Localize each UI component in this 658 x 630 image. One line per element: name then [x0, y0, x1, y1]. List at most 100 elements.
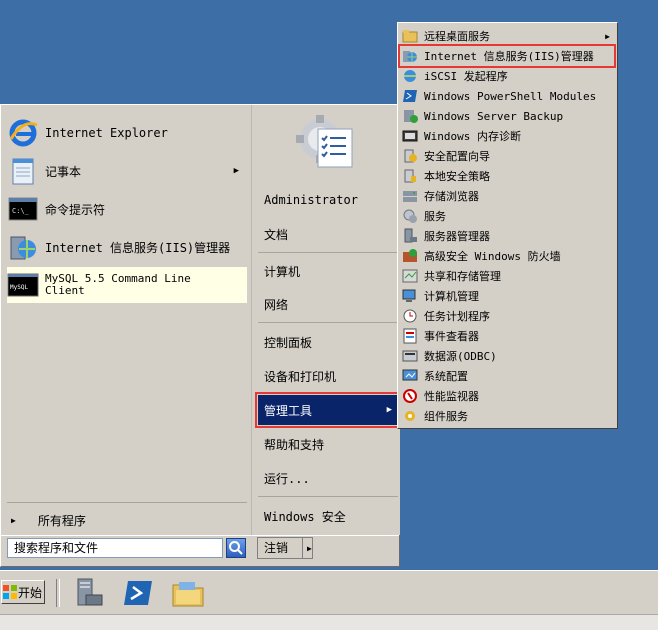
- admin-tool-label: 安全配置向导: [424, 150, 490, 163]
- logoff-label: 注销: [258, 538, 303, 558]
- computer-management-icon: [402, 288, 418, 304]
- admin-tool-item[interactable]: 服务器管理器: [400, 226, 614, 246]
- admin-tool-item[interactable]: 组件服务: [400, 406, 614, 426]
- search-row: 搜索程序和文件: [3, 537, 249, 563]
- windows-security-link[interactable]: Windows 安全: [258, 501, 398, 531]
- submenu-arrow-icon: ▶: [233, 166, 239, 176]
- services-icon: [402, 208, 418, 224]
- mysql-console-icon: MySQL: [7, 269, 39, 301]
- svg-text:MySQL: MySQL: [10, 284, 28, 291]
- search-placeholder: 搜索程序和文件: [14, 541, 99, 555]
- windows-logo-icon: [3, 585, 17, 599]
- computer-label: 计算机: [264, 264, 301, 279]
- control-panel-label: 控制面板: [264, 335, 313, 350]
- admin-tool-item[interactable]: 本地安全策略: [400, 166, 614, 186]
- start-menu: Internet Explorer 记事本 ▶ C:\_ 命令提示符 Inter…: [0, 104, 401, 567]
- admin-tool-label: 系统配置: [424, 370, 468, 383]
- program-internet-explorer[interactable]: Internet Explorer: [7, 115, 247, 151]
- run-label: 运行...: [264, 471, 310, 486]
- admin-tool-item[interactable]: 远程桌面服务 ▶: [400, 26, 614, 46]
- admin-tool-item[interactable]: Internet 信息服务(IIS)管理器: [398, 44, 616, 68]
- admin-tool-label: 组件服务: [424, 410, 468, 423]
- run-link[interactable]: 运行...: [258, 463, 398, 493]
- admin-tool-item[interactable]: 事件查看器: [400, 326, 614, 346]
- search-icon: [229, 541, 243, 555]
- share-storage-icon: [402, 268, 418, 284]
- program-iis-manager[interactable]: Internet 信息服务(IIS)管理器: [7, 229, 247, 265]
- admin-tool-item[interactable]: 服务: [400, 206, 614, 226]
- task-scheduler-icon: [402, 308, 418, 324]
- odbc-icon: [402, 348, 418, 364]
- admin-tool-item[interactable]: 共享和存储管理: [400, 266, 614, 286]
- admin-tools-label: 管理工具: [264, 403, 313, 418]
- network-label: 网络: [264, 297, 289, 312]
- search-input[interactable]: 搜索程序和文件: [7, 538, 223, 558]
- start-menu-programs-pane: Internet Explorer 记事本 ▶ C:\_ 命令提示符 Inter…: [3, 107, 249, 535]
- powershell-icon[interactable]: [122, 577, 156, 609]
- devices-printers-link[interactable]: 设备和打印机: [258, 361, 398, 391]
- storage-explorer-icon: [402, 188, 418, 204]
- admin-tool-item[interactable]: 任务计划程序: [400, 306, 614, 326]
- program-label: 记事本: [45, 164, 82, 179]
- divider: [258, 322, 398, 323]
- admin-tool-item[interactable]: 计算机管理: [400, 286, 614, 306]
- admin-tool-item[interactable]: 高级安全 Windows 防火墙: [400, 246, 614, 266]
- horizontal-scrollbar[interactable]: [0, 614, 658, 630]
- admin-tool-item[interactable]: iSCSI 发起程序: [400, 66, 614, 86]
- admin-tool-label: 事件查看器: [424, 330, 479, 343]
- admin-tool-item[interactable]: Windows 内存诊断: [400, 126, 614, 146]
- admin-tool-item[interactable]: Windows PowerShell Modules: [400, 86, 614, 106]
- admin-tool-item[interactable]: 存储浏览器: [400, 186, 614, 206]
- system-config-icon: [402, 368, 418, 384]
- admin-tool-item[interactable]: 性能监视器: [400, 386, 614, 406]
- user-name: Administrator: [264, 193, 358, 207]
- admin-tool-item[interactable]: 安全配置向导: [400, 146, 614, 166]
- component-services-icon: [402, 408, 418, 424]
- admin-tool-label: Windows Server Backup: [424, 109, 564, 123]
- memory-diagnostic-icon: [402, 128, 418, 144]
- all-programs-label: 所有程序: [37, 513, 86, 528]
- user-account-link[interactable]: Administrator: [258, 185, 398, 215]
- admin-tool-label: 计算机管理: [424, 290, 479, 303]
- iscsi-icon: [402, 68, 418, 84]
- admin-tool-label: 存储浏览器: [424, 190, 479, 203]
- admin-tools-link[interactable]: 管理工具 ▶: [255, 392, 401, 428]
- user-picture-icon: [296, 111, 358, 173]
- logoff-button[interactable]: 注销 ▶: [257, 537, 313, 559]
- windows-security-label: Windows 安全: [264, 509, 346, 524]
- help-support-link[interactable]: 帮助和支持: [258, 429, 398, 459]
- explorer-folder-icon[interactable]: [171, 577, 205, 609]
- documents-link[interactable]: 文档: [258, 219, 398, 249]
- admin-tool-item[interactable]: 数据源(ODBC): [400, 346, 614, 366]
- network-link[interactable]: 网络: [258, 289, 398, 319]
- notepad-icon: [7, 155, 39, 187]
- search-button[interactable]: [226, 538, 246, 558]
- program-label: 命令提示符: [45, 202, 106, 217]
- computer-link[interactable]: 计算机: [258, 256, 398, 286]
- admin-tool-label: 性能监视器: [424, 390, 479, 403]
- submenu-arrow-icon: ▶: [605, 31, 610, 41]
- triangle-right-icon[interactable]: ▶: [303, 544, 312, 553]
- program-mysql-client[interactable]: MySQL MySQL 5.5 Command Line Client: [7, 267, 247, 303]
- performance-monitor-icon: [402, 388, 418, 404]
- admin-tool-label: 服务: [424, 210, 446, 223]
- admin-tool-item[interactable]: Windows Server Backup: [400, 106, 614, 126]
- all-programs-button[interactable]: ▶ 所有程序: [5, 507, 249, 533]
- program-label: MySQL 5.5 Command Line Client: [45, 272, 191, 297]
- program-command-prompt[interactable]: C:\_ 命令提示符: [7, 191, 247, 227]
- powershell-icon: [402, 88, 418, 104]
- program-notepad[interactable]: 记事本 ▶: [7, 153, 247, 189]
- server-manager-icon[interactable]: [72, 577, 106, 609]
- firewall-icon: [402, 248, 418, 264]
- admin-tool-item[interactable]: 系统配置: [400, 366, 614, 386]
- admin-tool-label: Windows PowerShell Modules: [424, 89, 597, 103]
- documents-label: 文档: [264, 227, 289, 242]
- command-prompt-icon: C:\_: [7, 193, 39, 225]
- control-panel-link[interactable]: 控制面板: [258, 327, 398, 357]
- divider: [56, 579, 60, 607]
- devices-printers-label: 设备和打印机: [264, 369, 337, 384]
- svg-text:C:\_: C:\_: [12, 207, 30, 215]
- start-button[interactable]: 开始: [1, 580, 45, 604]
- internet-explorer-icon: [7, 117, 39, 149]
- divider: [7, 502, 247, 503]
